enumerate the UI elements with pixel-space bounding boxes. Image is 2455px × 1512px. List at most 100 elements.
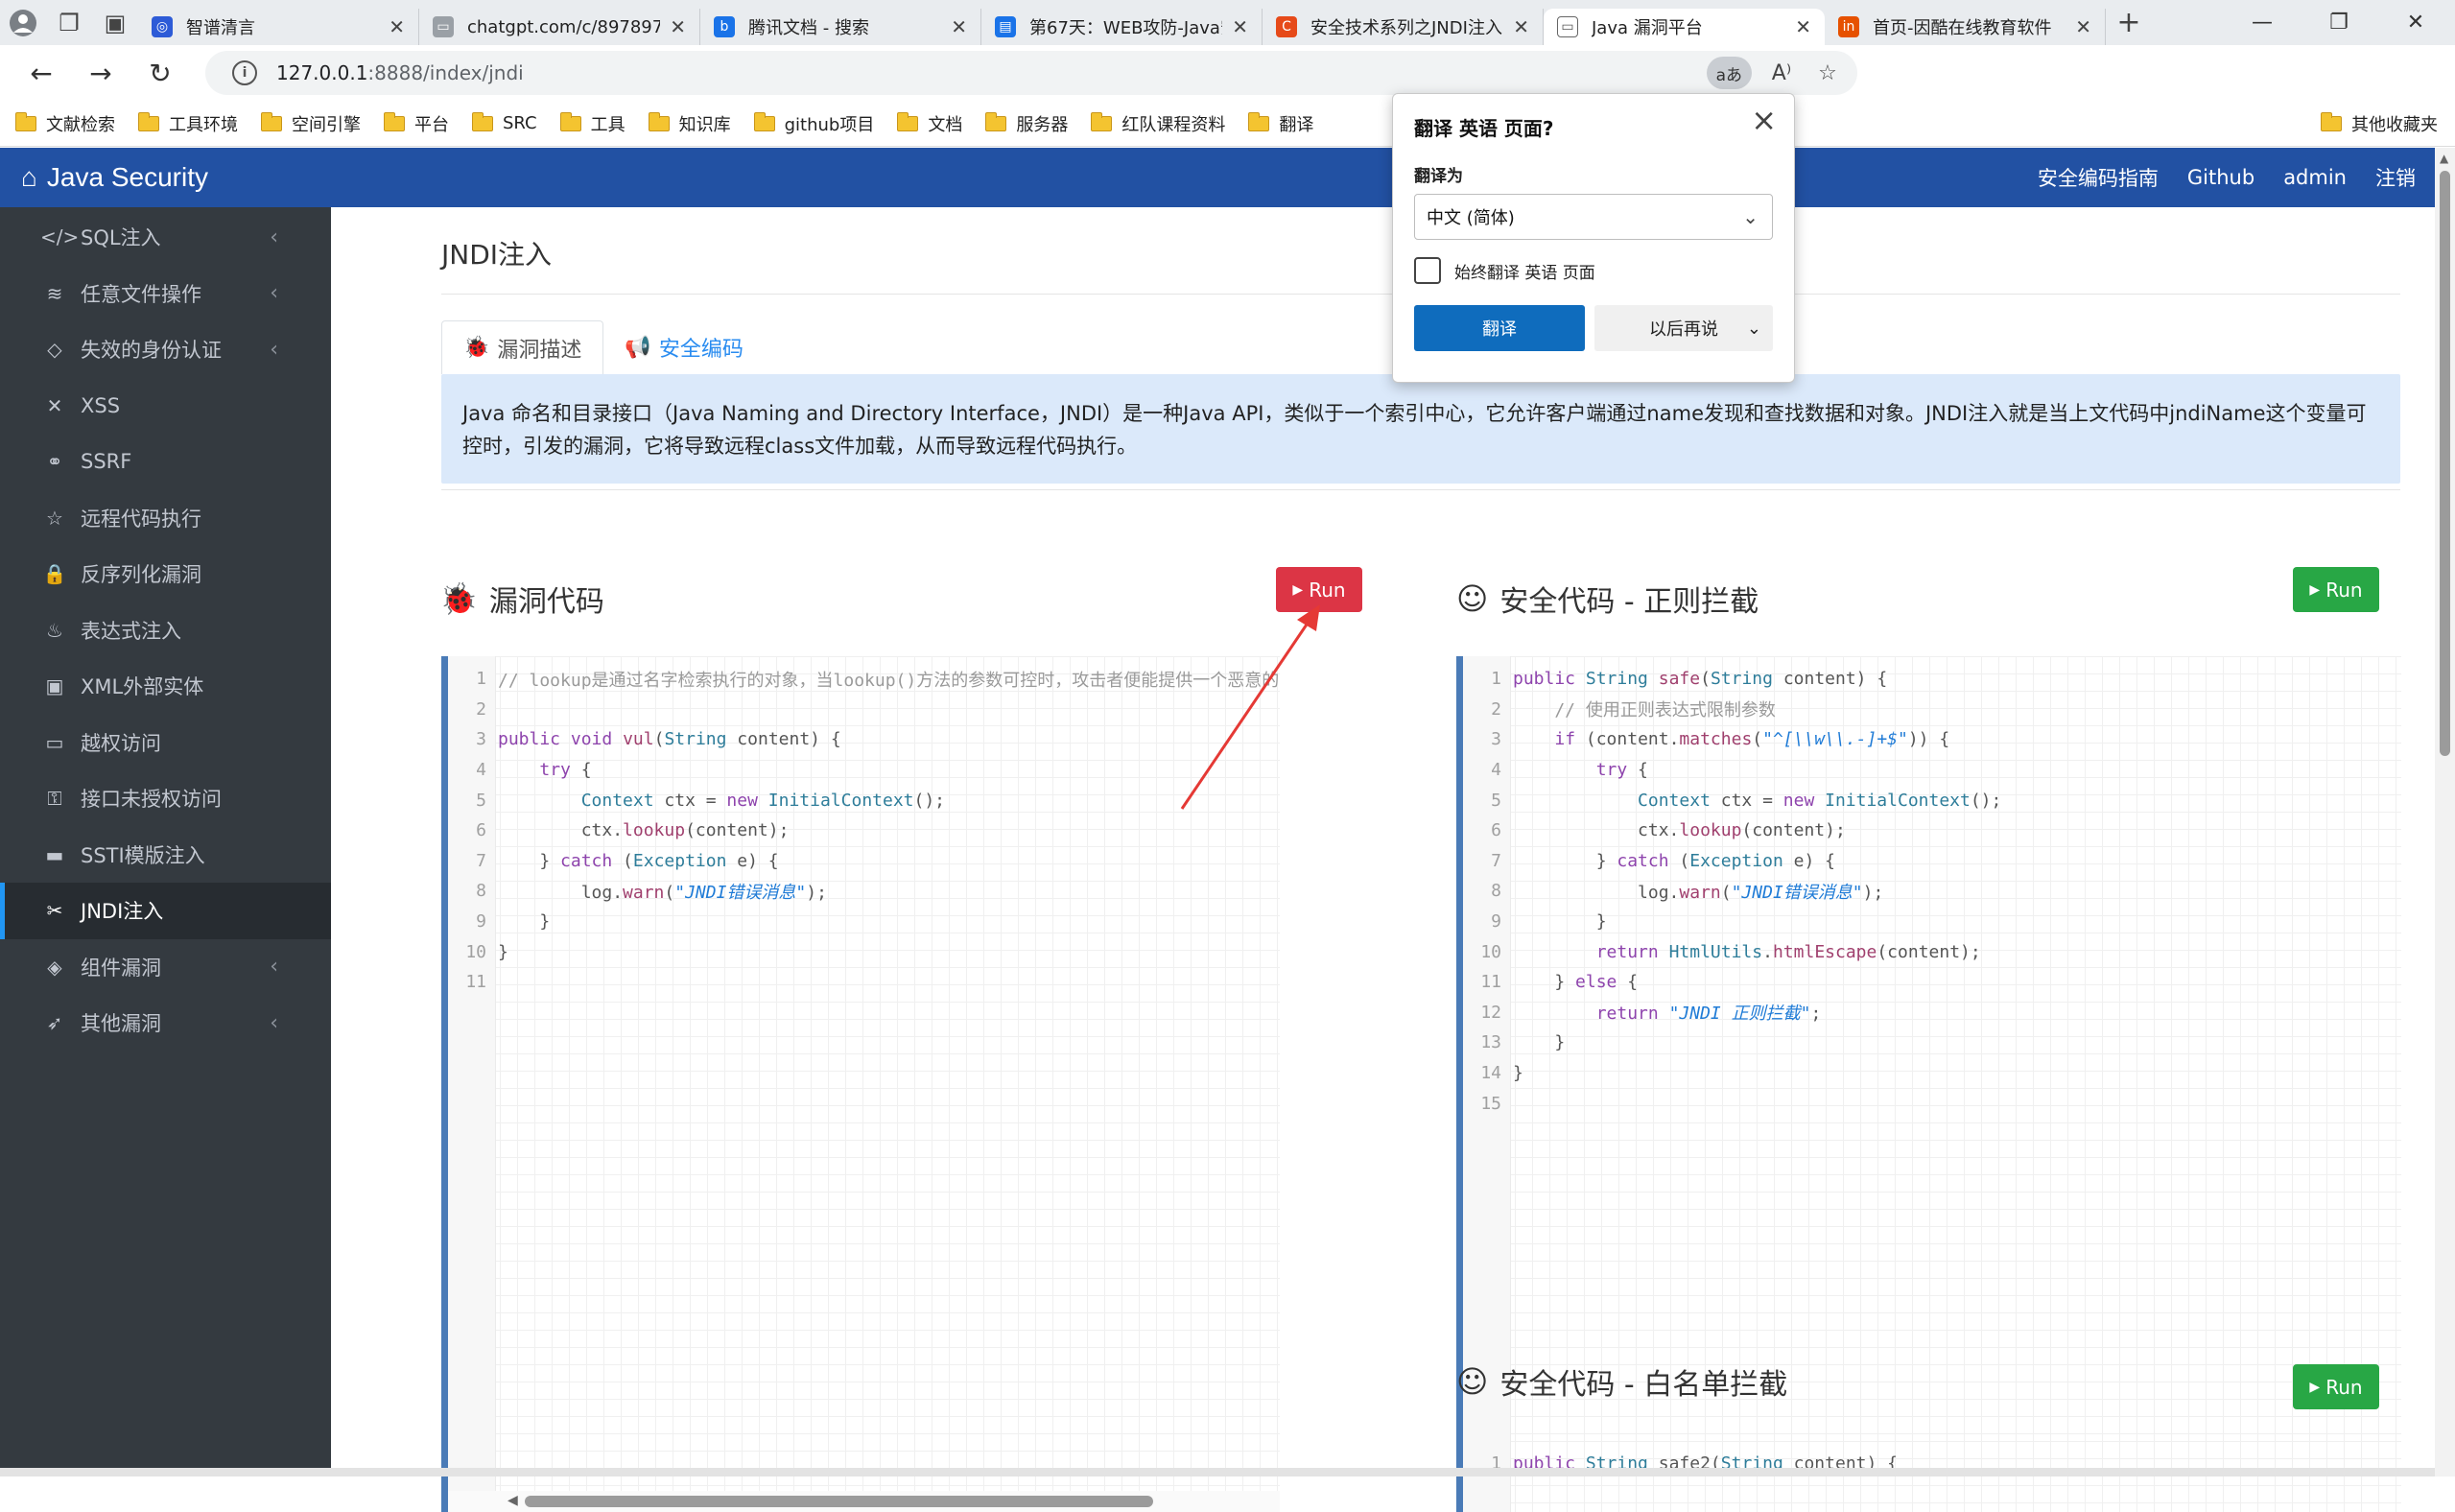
new-tab-button[interactable]: +	[2106, 0, 2152, 45]
refresh-icon[interactable]: ↻	[130, 45, 190, 101]
run-safe-regex-button[interactable]: ▶ Run	[2293, 567, 2379, 612]
sidebar-item[interactable]: ♨ 表达式注入	[0, 602, 331, 659]
folder-icon	[753, 111, 775, 131]
bookmark-folder[interactable]: 知识库	[648, 111, 731, 136]
profile-icon[interactable]	[0, 0, 46, 45]
always-translate-checkbox[interactable]: 始终翻译 英语 页面	[1414, 257, 1773, 284]
sidebar-item[interactable]: ☆ 远程代码执行	[0, 490, 331, 547]
tab-secure-coding[interactable]: 📢 安全编码	[603, 320, 764, 374]
horizontal-scrollbar[interactable]: ◀ ▶	[448, 1491, 1280, 1512]
forward-icon[interactable]: →	[71, 45, 130, 101]
workspaces-icon[interactable]: ❐	[46, 0, 92, 45]
tab-close-icon[interactable]: ✕	[389, 15, 405, 38]
checkbox[interactable]	[1414, 257, 1441, 284]
url-path: :8888/index/jndi	[367, 61, 524, 84]
translate-popup: 翻译 英语 页面? × 翻译为 中文 (简体) ⌄ 始终翻译 英语 页面 翻译 …	[1392, 93, 1795, 383]
back-icon[interactable]: ←	[12, 45, 71, 101]
browser-tab[interactable]: b 腾讯文档 - 搜索 ✕	[700, 9, 981, 45]
favorite-star-icon[interactable]: ☆	[1811, 57, 1844, 89]
tab-close-icon[interactable]: ✕	[2075, 15, 2091, 38]
other-favorites[interactable]: 其他收藏夹	[2321, 111, 2438, 136]
nav-logout[interactable]: 注销	[2375, 163, 2416, 192]
sidebar-item-label: 远程代码执行	[81, 507, 201, 531]
nav-admin[interactable]: admin	[2283, 166, 2347, 189]
divider	[441, 489, 2400, 490]
bookmark-folder[interactable]: 平台	[384, 111, 449, 136]
bookmark-folder[interactable]: 空间引擎	[261, 111, 361, 136]
folder-icon	[897, 111, 919, 131]
sidebar-item[interactable]: ▭ 越权访问	[0, 715, 331, 771]
sidebar-item[interactable]: ▣ XML外部实体	[0, 658, 331, 715]
translate-page-icon[interactable]: aあ	[1706, 57, 1752, 89]
run-vuln-button[interactable]: ▶ Run	[1276, 567, 1362, 612]
close-window-icon[interactable]: ✕	[2377, 0, 2454, 45]
browser-tab[interactable]: ◎ 智谱清言 ✕	[138, 9, 419, 45]
site-info-icon[interactable]: i	[232, 60, 257, 85]
language-select[interactable]: 中文 (简体) ⌄	[1414, 194, 1773, 240]
tab-close-icon[interactable]: ✕	[1795, 15, 1811, 38]
sidebar-item-label: 接口未授权访问	[81, 788, 222, 812]
run-safe-whitelist-button[interactable]: ▶ Run	[2293, 1364, 2379, 1409]
sidebar-item[interactable]: ≋ 任意文件操作 ‹	[0, 266, 331, 322]
browser-tab[interactable]: in 首页-因酷在线教育软件 ✕	[1825, 9, 2106, 45]
sidebar-item[interactable]: ◈ 组件漏洞 ‹	[0, 939, 331, 996]
bookmark-folder[interactable]: 翻译	[1248, 111, 1313, 136]
sidebar-item-icon: ◈	[47, 955, 62, 979]
sidebar-item-icon: ♨	[46, 618, 63, 642]
sidebar-item[interactable]: ▬ SSTI模版注入	[0, 827, 331, 884]
browser-tab[interactable]: ▭ chatgpt.com/c/897897c0 ✕	[419, 9, 700, 45]
bookmark-folder[interactable]: 文档	[897, 111, 962, 136]
sidebar-item-label: 表达式注入	[81, 619, 181, 643]
bookmark-folder[interactable]: 服务器	[985, 111, 1068, 136]
sidebar-item[interactable]: ➶ 其他漏洞 ‹	[0, 995, 331, 1051]
sidebar-item[interactable]: </> SQL注入 ‹	[0, 209, 331, 266]
browser-tab[interactable]: ▤ 第67天：WEB攻防-Java安 ✕	[981, 9, 1263, 45]
address-bar[interactable]: i 127.0.0.1:8888/index/jndi aあ A⁾ ☆	[205, 51, 1857, 95]
sidebar-item[interactable]: ⚭ SSRF	[0, 434, 331, 490]
bookmark-folder[interactable]: 红队课程资料	[1091, 111, 1225, 136]
sidebar-item[interactable]: ⚿ 接口未授权访问	[0, 770, 331, 827]
bookmark-folder[interactable]: 工具环境	[138, 111, 238, 136]
sidebar-item-icon: </>	[40, 225, 80, 249]
translate-button[interactable]: 翻译	[1414, 305, 1586, 351]
sidebar-item-label: XML外部实体	[81, 675, 204, 699]
nav-github[interactable]: Github	[2187, 166, 2254, 189]
code-line: 3 public void vul(String content) {	[476, 729, 841, 750]
vertical-tabs-icon[interactable]: ▣	[92, 0, 138, 45]
tab-close-icon[interactable]: ✕	[951, 15, 967, 38]
close-icon[interactable]: ×	[1751, 102, 1777, 138]
tab-close-icon[interactable]: ✕	[1513, 15, 1529, 38]
bookmark-folder[interactable]: github项目	[753, 111, 874, 136]
vuln-code-editor[interactable]: ◀ ▶ 1// lookup是通过名字检索执行的对象，当lookup()方法的参…	[441, 656, 1280, 1512]
sidebar-item[interactable]: ✂ JNDI注入	[0, 883, 331, 939]
translate-title: 翻译 英语 页面?	[1414, 117, 1554, 140]
page-scrollbar[interactable]: ▲	[2435, 148, 2455, 1477]
tab-favicon-icon: C	[1276, 16, 1297, 37]
scroll-up-icon[interactable]: ▲	[2440, 152, 2448, 165]
tab-close-icon[interactable]: ✕	[670, 15, 686, 38]
restore-icon[interactable]: ❐	[2301, 0, 2377, 45]
bookmark-folder[interactable]: 文献检索	[15, 111, 115, 136]
browser-tab[interactable]: C 安全技术系列之JNDI注入 ✕	[1263, 9, 1544, 45]
megaphone-icon: 📢	[625, 335, 651, 360]
sidebar-item[interactable]: 🔒 反序列化漏洞	[0, 546, 331, 602]
nav-secure-coding-guide[interactable]: 安全编码指南	[2038, 163, 2159, 192]
sidebar-item-label: SSTI模版注入	[81, 843, 205, 867]
not-now-button[interactable]: 以后再说 ⌄	[1594, 305, 1773, 351]
brand-link[interactable]: ⌂ Java Security	[0, 162, 208, 193]
sidebar-item-icon: ⚿	[47, 787, 62, 811]
scroll-left-icon[interactable]: ◀	[508, 1493, 518, 1508]
sidebar-item[interactable]: ◇ 失效的身份认证 ‹	[0, 321, 331, 378]
bookmark-folder[interactable]: SRC	[472, 111, 537, 133]
read-aloud-icon[interactable]: A⁾	[1765, 57, 1798, 89]
tab-close-icon[interactable]: ✕	[1232, 15, 1248, 38]
browser-tab[interactable]: ▭ Java 漏洞平台 ✕	[1544, 9, 1825, 45]
bookmark-folder[interactable]: 工具	[559, 111, 626, 136]
sidebar-item[interactable]: ✕ XSS	[0, 378, 331, 435]
minimize-icon[interactable]: —	[2224, 0, 2301, 45]
code-line: 2	[476, 698, 486, 720]
tab-vuln-description[interactable]: 🐞 漏洞描述	[441, 320, 604, 374]
folder-icon	[1248, 111, 1270, 131]
scrollbar-thumb[interactable]	[525, 1496, 1153, 1507]
scrollbar-thumb[interactable]	[2440, 171, 2450, 756]
